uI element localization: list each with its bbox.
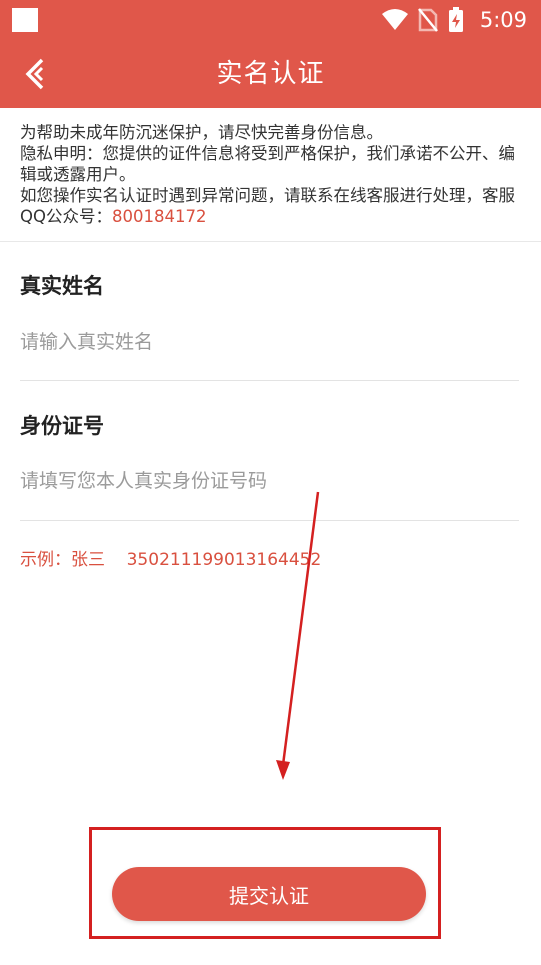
battery-charging-icon — [448, 7, 463, 32]
wifi-icon — [381, 9, 408, 30]
no-sim-icon — [417, 8, 438, 32]
status-icons: 5:09 — [381, 5, 527, 35]
name-divider — [20, 380, 519, 381]
submit-button[interactable]: 提交认证 — [112, 867, 426, 921]
id-label: 身份证号 — [20, 414, 104, 438]
qq-number[interactable]: 800184172 — [112, 207, 206, 226]
id-divider — [20, 520, 519, 521]
id-number-input[interactable] — [20, 463, 515, 499]
section-divider — [0, 241, 541, 242]
name-input[interactable] — [20, 324, 515, 360]
page-title: 实名认证 — [216, 59, 325, 89]
title-bar: 实名认证 — [0, 40, 541, 108]
notice-line-privacy: 隐私申明：您提供的证件信息将受到严格保护，我们承诺不公开、编辑或透露用户。 — [20, 144, 515, 184]
support-text: 如您操作实名认证时遇到异常问题，请联系在线客服进行处理，客服QQ公众号： — [20, 186, 515, 226]
notice-line-minor-protection: 为帮助未成年防沉迷保护，请尽快完善身份信息。 — [20, 123, 383, 142]
example-text: 示例：张三 350211199013164452 — [20, 550, 322, 570]
notice-line-support: 如您操作实名认证时遇到异常问题，请联系在线客服进行处理，客服QQ公众号：8001… — [20, 185, 528, 227]
name-label: 真实姓名 — [20, 274, 104, 298]
notice-text: 为帮助未成年防沉迷保护，请尽快完善身份信息。 隐私申明：您提供的证件信息将受到严… — [20, 122, 528, 227]
status-bar: 5:09 — [0, 0, 541, 40]
notification-icon — [12, 8, 38, 32]
status-time: 5:09 — [479, 8, 527, 32]
